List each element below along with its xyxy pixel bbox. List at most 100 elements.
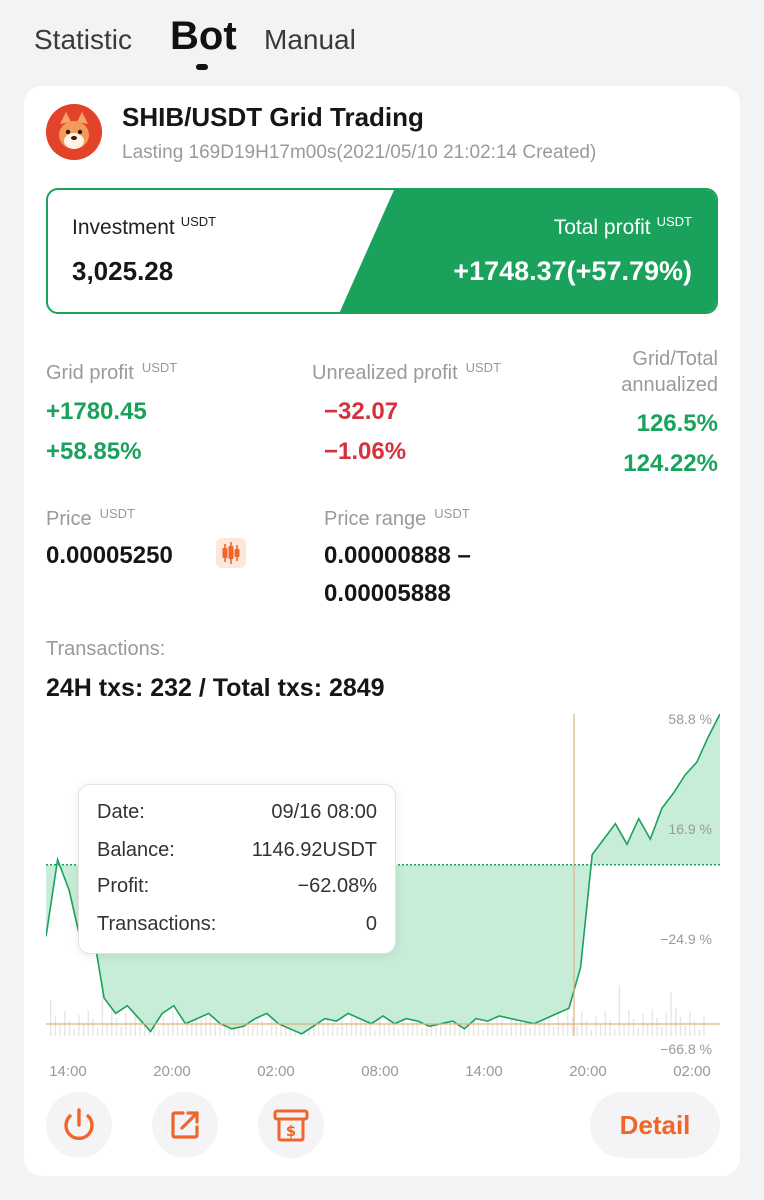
tab-statistic[interactable]: Statistic: [34, 24, 132, 56]
annualized-label-line2: annualized: [621, 374, 718, 396]
volume-bar: [661, 1027, 663, 1036]
volume-bar: [82, 1024, 85, 1036]
share-button[interactable]: [152, 1092, 218, 1158]
detail-button[interactable]: Detail: [590, 1092, 720, 1158]
grid-profit-value: +1780.45: [46, 398, 147, 425]
y-tick-label: −24.9 %: [660, 931, 712, 947]
tooltip-balance-value: 1146.92USDT: [251, 839, 377, 861]
volume-bar: [97, 1028, 99, 1036]
stop-bot-button[interactable]: [46, 1092, 112, 1158]
tab-bot[interactable]: Bot: [170, 14, 237, 59]
volume-bar: [68, 1020, 71, 1036]
tooltip-balance-label: Balance:: [97, 839, 175, 861]
volume-bar: [444, 1027, 447, 1036]
profit-panel-background: [339, 190, 716, 312]
volume-bar: [87, 1010, 89, 1036]
volume-bar: [275, 1025, 277, 1036]
volume-bar: [656, 1018, 658, 1036]
grid-profit-label: Grid profit USDT: [46, 360, 178, 384]
volume-bar: [703, 1016, 705, 1036]
grid-profit-percent: +58.85%: [46, 438, 142, 465]
volume-bar: [92, 1019, 94, 1036]
volume-bar: [651, 1009, 653, 1036]
volume-bar: [609, 1020, 611, 1036]
price-range-label: Price range USDT: [324, 506, 470, 530]
volume-bar: [548, 1018, 550, 1036]
volume-bar: [628, 1010, 630, 1036]
volume-bar: [209, 1014, 212, 1036]
volume-bar: [158, 1030, 160, 1036]
volume-bar: [78, 1015, 80, 1036]
tooltip-transactions-value: 0: [365, 913, 377, 935]
withdraw-icon: $: [273, 1109, 309, 1142]
price-range-high: 0.00005888: [324, 580, 451, 607]
power-icon: [64, 1108, 94, 1140]
price-range-low: 0.00000888 –: [324, 542, 471, 569]
tooltip-date-label: Date:: [97, 801, 145, 823]
svg-text:$: $: [286, 1122, 296, 1140]
x-tick-label: 02:00: [257, 1063, 295, 1076]
volume-bar: [585, 1021, 588, 1036]
volume-bar: [162, 1016, 165, 1036]
volume-bar: [538, 1023, 541, 1036]
volume-bar: [115, 1018, 118, 1036]
volume-bar: [355, 1017, 357, 1036]
volume-bar: [191, 1024, 193, 1036]
tooltip-transactions-label: Transactions:: [97, 913, 217, 935]
tooltip-date-value: 09/16 08:00: [271, 801, 377, 823]
volume-bar: [552, 1027, 555, 1036]
investment-unit: USDT: [180, 214, 217, 229]
volume-bar: [675, 1008, 677, 1036]
volume-bar: [684, 1026, 686, 1036]
volume-bar: [670, 992, 672, 1036]
volume-bar: [623, 1024, 625, 1036]
investment-value: 3,025.28: [72, 256, 174, 286]
tooltip-profit-label: Profit:: [97, 875, 150, 897]
volume-bar: [54, 1016, 57, 1036]
candlestick-icon[interactable]: [216, 538, 246, 568]
tooltip-profit-value: −62.08%: [297, 875, 377, 897]
y-tick-label: 16.9 %: [668, 821, 712, 837]
x-tick-label: 20:00: [153, 1063, 191, 1076]
volume-bar: [595, 1016, 597, 1036]
volume-bar: [252, 1026, 254, 1036]
volume-bar: [200, 1019, 202, 1036]
price-unit: USDT: [99, 506, 135, 521]
volume-bar: [73, 1029, 75, 1036]
bot-card: SHIB/USDT Grid Trading Lasting 169D19H17…: [24, 86, 740, 1176]
x-tick-label: 02:00: [673, 1063, 711, 1076]
transactions-label: Transactions:: [46, 638, 166, 660]
x-tick-label: 14:00: [465, 1063, 503, 1076]
withdraw-button[interactable]: $: [258, 1092, 324, 1158]
volume-bar: [679, 1017, 682, 1036]
volume-bar: [618, 985, 621, 1036]
volume-bar: [491, 1025, 494, 1036]
volume-bar: [614, 1029, 616, 1036]
volume-bar: [266, 1030, 268, 1036]
total-profit-unit: USDT: [656, 214, 692, 229]
price-label: Price USDT: [46, 506, 135, 530]
y-tick-label: 58.8 %: [668, 714, 712, 727]
volume-bar: [397, 1029, 400, 1036]
volume-bar: [642, 1014, 644, 1036]
active-tab-indicator: [196, 64, 208, 70]
tab-manual[interactable]: Manual: [264, 24, 356, 56]
volume-bar: [59, 1025, 61, 1036]
volume-bar: [336, 1027, 339, 1036]
volume-bar: [501, 1020, 503, 1036]
volume-bar: [632, 1019, 635, 1036]
volume-bar: [374, 1030, 376, 1036]
unrealized-profit-label: Unrealized profit USDT: [312, 360, 502, 384]
volume-bar: [214, 1023, 216, 1036]
grid-annualized-value: 126.5%: [636, 410, 718, 437]
volume-bar: [181, 1029, 183, 1036]
bot-actions: $ Detail: [24, 1090, 740, 1160]
volume-bar: [261, 1021, 263, 1036]
investment-label: Investment USDT: [72, 214, 217, 239]
top-tabs: Statistic Bot Manual: [0, 0, 764, 84]
x-tick-label: 20:00: [569, 1063, 607, 1076]
bot-title: SHIB/USDT Grid Trading: [122, 102, 424, 132]
volume-bar: [505, 1029, 508, 1036]
volume-bar: [50, 1000, 52, 1036]
volume-bar: [576, 1026, 578, 1036]
